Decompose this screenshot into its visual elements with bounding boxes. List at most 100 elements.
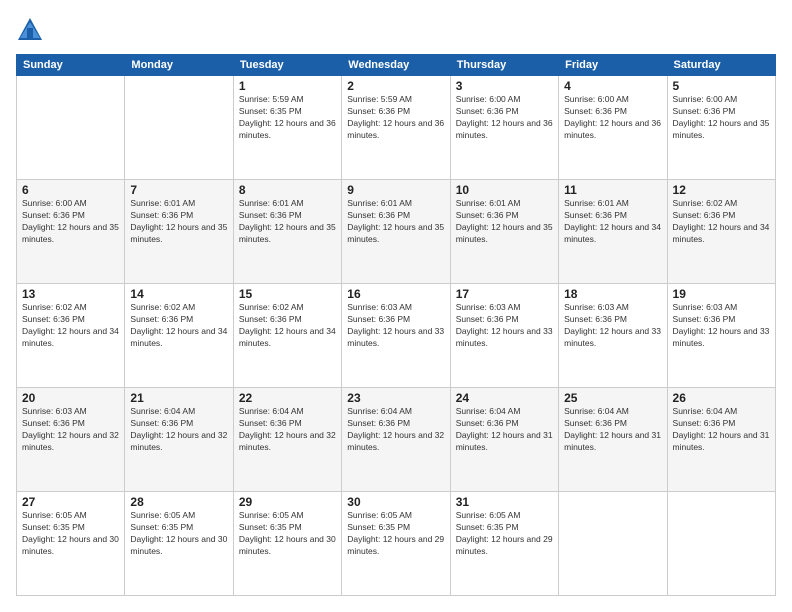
calendar-cell: 22Sunrise: 6:04 AM Sunset: 6:36 PM Dayli…: [233, 388, 341, 492]
day-number: 1: [239, 79, 336, 93]
day-info: Sunrise: 6:02 AM Sunset: 6:36 PM Dayligh…: [22, 302, 119, 350]
day-info: Sunrise: 5:59 AM Sunset: 6:35 PM Dayligh…: [239, 94, 336, 142]
calendar-cell: 12Sunrise: 6:02 AM Sunset: 6:36 PM Dayli…: [667, 180, 775, 284]
day-info: Sunrise: 6:04 AM Sunset: 6:36 PM Dayligh…: [130, 406, 227, 454]
day-info: Sunrise: 6:05 AM Sunset: 6:35 PM Dayligh…: [130, 510, 227, 558]
day-info: Sunrise: 6:05 AM Sunset: 6:35 PM Dayligh…: [239, 510, 336, 558]
calendar-cell: 18Sunrise: 6:03 AM Sunset: 6:36 PM Dayli…: [559, 284, 667, 388]
calendar-cell: 8Sunrise: 6:01 AM Sunset: 6:36 PM Daylig…: [233, 180, 341, 284]
day-number: 13: [22, 287, 119, 301]
weekday-header-monday: Monday: [125, 55, 233, 76]
calendar-cell: 13Sunrise: 6:02 AM Sunset: 6:36 PM Dayli…: [17, 284, 125, 388]
day-number: 6: [22, 183, 119, 197]
day-number: 25: [564, 391, 661, 405]
day-info: Sunrise: 6:04 AM Sunset: 6:36 PM Dayligh…: [239, 406, 336, 454]
day-info: Sunrise: 6:01 AM Sunset: 6:36 PM Dayligh…: [347, 198, 444, 246]
day-number: 3: [456, 79, 553, 93]
day-info: Sunrise: 6:01 AM Sunset: 6:36 PM Dayligh…: [456, 198, 553, 246]
day-number: 22: [239, 391, 336, 405]
calendar-cell: 24Sunrise: 6:04 AM Sunset: 6:36 PM Dayli…: [450, 388, 558, 492]
calendar-cell: 15Sunrise: 6:02 AM Sunset: 6:36 PM Dayli…: [233, 284, 341, 388]
day-number: 23: [347, 391, 444, 405]
day-info: Sunrise: 6:04 AM Sunset: 6:36 PM Dayligh…: [347, 406, 444, 454]
day-number: 16: [347, 287, 444, 301]
day-info: Sunrise: 6:00 AM Sunset: 6:36 PM Dayligh…: [456, 94, 553, 142]
day-info: Sunrise: 6:04 AM Sunset: 6:36 PM Dayligh…: [456, 406, 553, 454]
day-number: 19: [673, 287, 770, 301]
calendar-cell: 31Sunrise: 6:05 AM Sunset: 6:35 PM Dayli…: [450, 492, 558, 596]
day-number: 2: [347, 79, 444, 93]
calendar-cell: 27Sunrise: 6:05 AM Sunset: 6:35 PM Dayli…: [17, 492, 125, 596]
day-number: 31: [456, 495, 553, 509]
day-info: Sunrise: 6:03 AM Sunset: 6:36 PM Dayligh…: [673, 302, 770, 350]
calendar-cell: 16Sunrise: 6:03 AM Sunset: 6:36 PM Dayli…: [342, 284, 450, 388]
weekday-header-saturday: Saturday: [667, 55, 775, 76]
day-info: Sunrise: 6:05 AM Sunset: 6:35 PM Dayligh…: [22, 510, 119, 558]
logo: [16, 16, 46, 44]
day-number: 17: [456, 287, 553, 301]
calendar-cell: 25Sunrise: 6:04 AM Sunset: 6:36 PM Dayli…: [559, 388, 667, 492]
day-number: 27: [22, 495, 119, 509]
day-number: 7: [130, 183, 227, 197]
calendar-cell: 26Sunrise: 6:04 AM Sunset: 6:36 PM Dayli…: [667, 388, 775, 492]
calendar-cell: [667, 492, 775, 596]
day-info: Sunrise: 6:05 AM Sunset: 6:35 PM Dayligh…: [456, 510, 553, 558]
weekday-header-thursday: Thursday: [450, 55, 558, 76]
day-number: 30: [347, 495, 444, 509]
calendar-cell: 23Sunrise: 6:04 AM Sunset: 6:36 PM Dayli…: [342, 388, 450, 492]
day-number: 26: [673, 391, 770, 405]
weekday-header-sunday: Sunday: [17, 55, 125, 76]
day-number: 5: [673, 79, 770, 93]
calendar-cell: [559, 492, 667, 596]
day-number: 4: [564, 79, 661, 93]
day-info: Sunrise: 6:02 AM Sunset: 6:36 PM Dayligh…: [673, 198, 770, 246]
day-number: 11: [564, 183, 661, 197]
calendar-table: SundayMondayTuesdayWednesdayThursdayFrid…: [16, 54, 776, 596]
calendar-cell: [17, 76, 125, 180]
calendar-cell: 10Sunrise: 6:01 AM Sunset: 6:36 PM Dayli…: [450, 180, 558, 284]
day-number: 10: [456, 183, 553, 197]
day-number: 12: [673, 183, 770, 197]
day-info: Sunrise: 6:01 AM Sunset: 6:36 PM Dayligh…: [564, 198, 661, 246]
day-number: 29: [239, 495, 336, 509]
calendar-cell: 19Sunrise: 6:03 AM Sunset: 6:36 PM Dayli…: [667, 284, 775, 388]
day-info: Sunrise: 6:03 AM Sunset: 6:36 PM Dayligh…: [456, 302, 553, 350]
calendar-cell: 30Sunrise: 6:05 AM Sunset: 6:35 PM Dayli…: [342, 492, 450, 596]
calendar-cell: 21Sunrise: 6:04 AM Sunset: 6:36 PM Dayli…: [125, 388, 233, 492]
weekday-header-wednesday: Wednesday: [342, 55, 450, 76]
day-info: Sunrise: 6:03 AM Sunset: 6:36 PM Dayligh…: [347, 302, 444, 350]
day-info: Sunrise: 6:00 AM Sunset: 6:36 PM Dayligh…: [673, 94, 770, 142]
day-number: 20: [22, 391, 119, 405]
calendar-cell: 3Sunrise: 6:00 AM Sunset: 6:36 PM Daylig…: [450, 76, 558, 180]
logo-icon: [16, 16, 44, 44]
calendar-cell: 20Sunrise: 6:03 AM Sunset: 6:36 PM Dayli…: [17, 388, 125, 492]
weekday-header-tuesday: Tuesday: [233, 55, 341, 76]
day-number: 15: [239, 287, 336, 301]
day-number: 24: [456, 391, 553, 405]
calendar-cell: 11Sunrise: 6:01 AM Sunset: 6:36 PM Dayli…: [559, 180, 667, 284]
calendar-cell: 5Sunrise: 6:00 AM Sunset: 6:36 PM Daylig…: [667, 76, 775, 180]
day-info: Sunrise: 6:04 AM Sunset: 6:36 PM Dayligh…: [564, 406, 661, 454]
day-info: Sunrise: 6:03 AM Sunset: 6:36 PM Dayligh…: [564, 302, 661, 350]
calendar-cell: 2Sunrise: 5:59 AM Sunset: 6:36 PM Daylig…: [342, 76, 450, 180]
day-number: 8: [239, 183, 336, 197]
calendar-cell: 17Sunrise: 6:03 AM Sunset: 6:36 PM Dayli…: [450, 284, 558, 388]
day-info: Sunrise: 6:03 AM Sunset: 6:36 PM Dayligh…: [22, 406, 119, 454]
calendar-cell: 4Sunrise: 6:00 AM Sunset: 6:36 PM Daylig…: [559, 76, 667, 180]
calendar-cell: 14Sunrise: 6:02 AM Sunset: 6:36 PM Dayli…: [125, 284, 233, 388]
day-info: Sunrise: 6:05 AM Sunset: 6:35 PM Dayligh…: [347, 510, 444, 558]
day-info: Sunrise: 6:01 AM Sunset: 6:36 PM Dayligh…: [130, 198, 227, 246]
header: [16, 16, 776, 44]
day-info: Sunrise: 6:02 AM Sunset: 6:36 PM Dayligh…: [239, 302, 336, 350]
day-number: 18: [564, 287, 661, 301]
calendar-cell: 7Sunrise: 6:01 AM Sunset: 6:36 PM Daylig…: [125, 180, 233, 284]
calendar-cell: 29Sunrise: 6:05 AM Sunset: 6:35 PM Dayli…: [233, 492, 341, 596]
weekday-header-friday: Friday: [559, 55, 667, 76]
day-number: 28: [130, 495, 227, 509]
day-number: 21: [130, 391, 227, 405]
day-info: Sunrise: 5:59 AM Sunset: 6:36 PM Dayligh…: [347, 94, 444, 142]
calendar-cell: 6Sunrise: 6:00 AM Sunset: 6:36 PM Daylig…: [17, 180, 125, 284]
day-number: 14: [130, 287, 227, 301]
day-info: Sunrise: 6:04 AM Sunset: 6:36 PM Dayligh…: [673, 406, 770, 454]
day-info: Sunrise: 6:00 AM Sunset: 6:36 PM Dayligh…: [22, 198, 119, 246]
